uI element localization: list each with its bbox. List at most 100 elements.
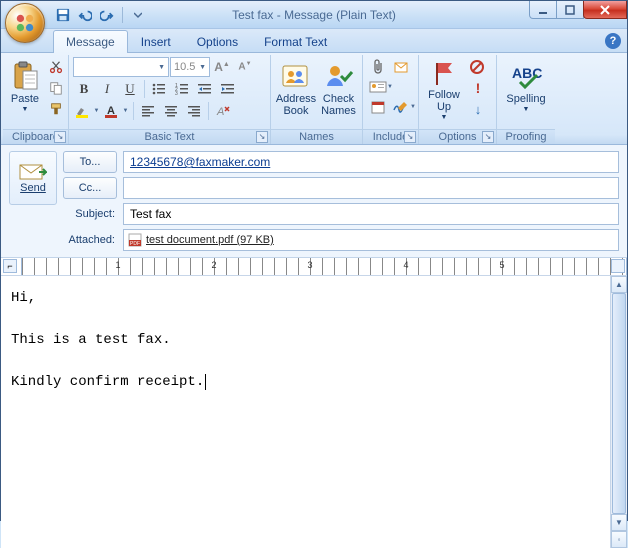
follow-up-button[interactable]: Follow Up ▼ xyxy=(423,57,465,123)
message-body-area: Hi, This is a test fax. Kindly confirm r… xyxy=(1,276,627,548)
qat-undo-button[interactable] xyxy=(75,5,95,25)
message-body[interactable]: Hi, This is a test fax. Kindly confirm r… xyxy=(1,276,610,548)
address-book-button[interactable]: Address Book xyxy=(275,57,317,123)
group-basic-text-label: Basic Text xyxy=(145,131,195,143)
permission-button[interactable] xyxy=(467,57,489,77)
address-book-label: Address Book xyxy=(276,93,316,117)
grow-font-button[interactable]: A▲ xyxy=(211,57,233,77)
svg-text:3: 3 xyxy=(175,91,178,96)
to-field[interactable] xyxy=(123,151,619,173)
underline-button[interactable]: U xyxy=(119,79,141,99)
attach-item-button[interactable] xyxy=(390,57,412,77)
signature-icon xyxy=(392,100,410,114)
highlight-icon xyxy=(75,104,93,118)
window-controls xyxy=(530,1,627,21)
office-button[interactable] xyxy=(5,3,45,43)
business-card-button[interactable]: ▼ xyxy=(367,77,395,97)
align-right-icon xyxy=(187,104,201,118)
qat-save-button[interactable] xyxy=(53,5,73,25)
paste-icon xyxy=(11,61,39,91)
low-importance-button[interactable]: ↓ xyxy=(467,99,489,119)
tab-insert[interactable]: Insert xyxy=(128,30,184,53)
close-icon xyxy=(599,5,611,15)
flag-icon xyxy=(431,60,457,88)
cc-button[interactable]: Cc... xyxy=(63,177,117,199)
scroll-up-button[interactable]: ▲ xyxy=(611,276,627,293)
bullets-icon xyxy=(152,82,166,96)
qat-redo-button[interactable] xyxy=(97,5,117,25)
cut-button[interactable] xyxy=(45,57,67,77)
redo-icon xyxy=(100,8,114,22)
low-importance-icon: ↓ xyxy=(475,102,482,117)
cc-field[interactable] xyxy=(123,177,619,199)
spelling-button[interactable]: ABC Spelling ▼ xyxy=(501,57,551,123)
cut-icon xyxy=(49,60,63,74)
increase-indent-button[interactable] xyxy=(217,79,239,99)
tab-message[interactable]: Message xyxy=(53,30,128,53)
chevron-down-icon xyxy=(134,11,142,19)
scroll-down-button[interactable]: ▼ xyxy=(611,514,627,531)
clipboard-launcher[interactable]: ↘ xyxy=(54,131,66,143)
scroll-thumb[interactable] xyxy=(612,293,626,514)
browse-object-button[interactable]: ◦ xyxy=(611,531,627,548)
spelling-label: Spelling xyxy=(506,93,545,105)
maximize-button[interactable] xyxy=(556,1,584,19)
scroll-track[interactable] xyxy=(611,293,627,514)
vertical-scrollbar[interactable]: ▲ ▼ ◦ xyxy=(610,276,627,548)
to-button[interactable]: To... xyxy=(63,151,117,173)
bold-button[interactable]: B xyxy=(73,79,95,99)
align-center-button[interactable] xyxy=(160,101,182,121)
clear-formatting-button[interactable]: A xyxy=(212,101,234,121)
text-cursor xyxy=(205,374,206,390)
copy-button[interactable] xyxy=(45,78,67,98)
increase-indent-icon xyxy=(221,82,235,96)
quick-access-toolbar xyxy=(53,1,148,28)
permission-icon xyxy=(470,60,486,74)
group-options-label: Options xyxy=(439,131,477,143)
attachment-name: test document.pdf (97 KB) xyxy=(146,234,274,246)
decrease-indent-button[interactable] xyxy=(194,79,216,99)
group-proofing: ABC Spelling ▼ Proofing xyxy=(497,55,555,144)
numbering-icon: 123 xyxy=(175,82,189,96)
font-name-combo[interactable]: ▼ xyxy=(73,57,169,77)
attach-file-button[interactable] xyxy=(367,57,389,77)
include-launcher[interactable]: ↘ xyxy=(404,131,416,143)
calendar-button[interactable] xyxy=(367,97,389,117)
high-importance-button[interactable]: ! xyxy=(467,78,489,98)
undo-icon xyxy=(78,8,92,22)
send-button[interactable]: Send xyxy=(9,151,57,205)
bullets-button[interactable] xyxy=(148,79,170,99)
ruler-toggle-button[interactable] xyxy=(611,259,625,273)
minimize-button[interactable] xyxy=(529,1,557,19)
align-left-button[interactable] xyxy=(137,101,159,121)
svg-text:A: A xyxy=(216,106,224,118)
tab-format-text[interactable]: Format Text xyxy=(251,30,340,53)
close-button[interactable] xyxy=(583,1,627,19)
group-options: Follow Up ▼ ! ↓ Options ↘ xyxy=(419,55,497,144)
paste-label: Paste xyxy=(11,93,39,105)
shrink-font-button[interactable]: A▼ xyxy=(234,57,256,77)
format-painter-button[interactable] xyxy=(45,99,67,119)
highlight-button[interactable]: ▼ xyxy=(73,101,101,121)
align-left-icon xyxy=(141,104,155,118)
font-color-button[interactable]: A▼ xyxy=(102,101,130,121)
group-clipboard-label: Clipboard xyxy=(12,131,59,143)
qat-customize-button[interactable] xyxy=(128,5,148,25)
numbering-button[interactable]: 123 xyxy=(171,79,193,99)
tab-options[interactable]: Options xyxy=(184,30,251,53)
italic-button[interactable]: I xyxy=(96,79,118,99)
font-size-combo[interactable]: 10.5▼ xyxy=(170,57,210,77)
check-names-button[interactable]: Check Names xyxy=(319,57,358,123)
chevron-down-icon: ▼ xyxy=(441,114,448,121)
signature-button[interactable]: ▼ xyxy=(390,97,418,117)
ruler-scale[interactable]: 1 2 3 4 5 xyxy=(21,258,627,275)
align-right-button[interactable] xyxy=(183,101,205,121)
subject-field[interactable] xyxy=(123,203,619,225)
basic-text-launcher[interactable]: ↘ xyxy=(256,131,268,143)
tab-selector-button[interactable]: ⌐ xyxy=(3,259,17,273)
attachment-box[interactable]: PDF test document.pdf (97 KB) xyxy=(123,229,619,251)
paste-button[interactable]: Paste ▼ xyxy=(7,57,43,123)
attach-item-icon xyxy=(394,60,408,74)
help-button[interactable]: ? xyxy=(605,33,621,49)
options-launcher[interactable]: ↘ xyxy=(482,131,494,143)
